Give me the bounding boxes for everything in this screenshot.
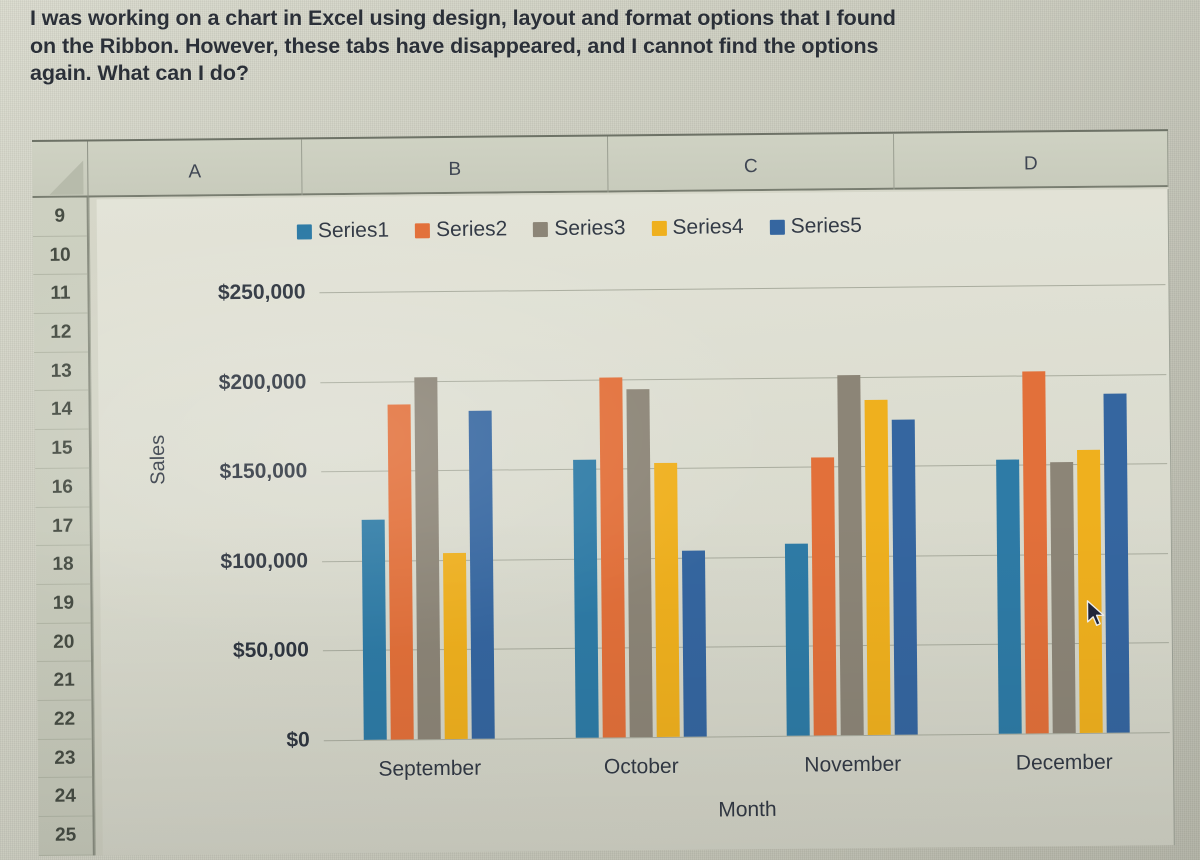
bar-series2-december[interactable]	[1022, 371, 1049, 734]
bar-group-november: November	[742, 286, 958, 777]
bar-series2-october[interactable]	[599, 377, 626, 738]
bar-series4-november[interactable]	[864, 399, 891, 736]
bar-series4-october[interactable]	[653, 462, 680, 738]
row-header-12[interactable]: 12	[33, 313, 89, 353]
bar-series3-september[interactable]	[414, 377, 442, 740]
question-line-1: I was working on a chart in Excel using …	[30, 6, 896, 30]
question-line-2: on the Ribbon. However, these tabs have …	[30, 33, 879, 58]
question-line-3: again. What can I do?	[30, 61, 249, 86]
row-header-21[interactable]: 21	[37, 661, 92, 701]
legend-item-series2[interactable]: Series2	[415, 217, 507, 242]
select-all-triangle-icon	[49, 160, 84, 195]
row-header-13[interactable]: 13	[34, 352, 89, 392]
legend-label: Series2	[435, 217, 508, 242]
chart-plot-area: Month $250,000 $200,000 $150,000 $100,000 $5…	[218, 280, 1170, 821]
bar-series3-december[interactable]	[1049, 462, 1076, 734]
bar-series1-november[interactable]	[785, 543, 811, 736]
row-header-23[interactable]: 23	[37, 739, 93, 779]
x-axis-tick-label: December	[1015, 750, 1113, 775]
bar-series5-november[interactable]	[891, 419, 918, 735]
legend-label: Series3	[554, 216, 626, 240]
legend-item-series1[interactable]: Series1	[296, 218, 390, 244]
bar-series5-september[interactable]	[468, 410, 496, 739]
bar-series1-december[interactable]	[995, 459, 1022, 734]
y-axis-tick-label: $100,000	[220, 549, 309, 574]
row-header-25[interactable]: 25	[38, 816, 93, 856]
row-header-14[interactable]: 14	[34, 390, 89, 431]
spreadsheet: ABCD 9 10 11 12 13 14 15 16 17 18 19 20 21 22 23 24 25 S…	[32, 129, 1175, 856]
legend-swatch-icon	[769, 219, 785, 235]
legend-item-series5[interactable]: Series5	[769, 214, 862, 239]
y-axis-tick-label: $150,000	[219, 459, 308, 484]
bar-series4-december[interactable]	[1076, 449, 1103, 733]
column-header-c[interactable]: C	[607, 133, 895, 193]
select-all-corner[interactable]	[32, 141, 89, 198]
bar-series3-november[interactable]	[837, 374, 865, 736]
chart-legend[interactable]: Series1 Series2 Series3 Series4 Series5	[296, 214, 862, 244]
legend-swatch-icon	[651, 220, 667, 236]
row-header-10[interactable]: 10	[32, 236, 88, 276]
row-header-18[interactable]: 18	[35, 545, 91, 585]
question-text: I was working on a chart in Excel using …	[30, 4, 1180, 88]
row-header-17[interactable]: 17	[35, 506, 90, 547]
legend-swatch-icon	[296, 223, 312, 239]
x-axis-tick-label: November	[804, 752, 902, 777]
legend-label: Series5	[790, 214, 862, 238]
bar-group-december: December	[954, 284, 1170, 775]
legend-item-series4[interactable]: Series4	[651, 215, 744, 240]
bar-series4-september[interactable]	[443, 552, 469, 740]
row-header-16[interactable]: 16	[35, 468, 90, 508]
legend-item-series3[interactable]: Series3	[533, 216, 626, 241]
column-header-a[interactable]: A	[88, 139, 303, 198]
y-axis-tick-label: $200,000	[218, 369, 307, 394]
x-axis-title: Month	[718, 797, 777, 822]
legend-label: Series1	[317, 218, 390, 243]
bar-series5-october[interactable]	[681, 550, 707, 737]
legend-label: Series4	[672, 215, 744, 239]
y-axis-tick-label: $0	[286, 728, 310, 752]
column-header-b[interactable]: B	[302, 136, 609, 196]
bar-series2-september[interactable]	[387, 404, 415, 740]
y-axis-title: Sales	[146, 434, 170, 485]
row-header-22[interactable]: 22	[37, 700, 92, 740]
row-header-9[interactable]: 9	[32, 197, 87, 237]
x-axis-tick-label: September	[378, 756, 482, 781]
bar-group-september: September	[319, 290, 535, 781]
legend-swatch-icon	[415, 222, 431, 238]
bar-series1-october[interactable]	[572, 459, 599, 738]
x-axis-tick-label: October	[603, 754, 679, 779]
row-header-19[interactable]: 19	[36, 584, 91, 624]
row-header-20[interactable]: 20	[36, 623, 92, 663]
row-header-15[interactable]: 15	[34, 429, 90, 469]
bar-group-october: October	[531, 288, 747, 779]
legend-swatch-icon	[533, 221, 549, 237]
row-header-24[interactable]: 24	[38, 777, 93, 817]
column-header-row: ABCD	[32, 129, 1169, 198]
row-header-gutter: 9 10 11 12 13 14 15 16 17 18 19 20 21 22 23 24 25	[32, 197, 95, 856]
column-header-d[interactable]: D	[893, 131, 1169, 190]
y-axis-tick-label: $50,000	[232, 638, 310, 663]
excel-chart-object[interactable]: Series1 Series2 Series3 Series4 Series5 Sale…	[96, 189, 1175, 856]
bar-series1-september[interactable]	[361, 519, 388, 740]
bar-series2-november[interactable]	[811, 457, 838, 736]
row-header-11[interactable]: 11	[33, 274, 88, 315]
bar-series5-december[interactable]	[1103, 393, 1130, 733]
y-axis-tick-label: $250,000	[217, 280, 306, 305]
bar-series3-october[interactable]	[626, 389, 653, 738]
